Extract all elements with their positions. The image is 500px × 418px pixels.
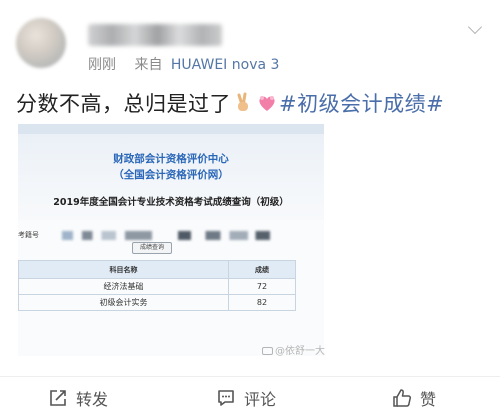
table-header-row: 科目名称 成绩 — [18, 260, 296, 279]
source-prefix: 来自 — [134, 57, 163, 73]
post-meta: 刚刚 来自 HUAWEI nova 3 — [88, 54, 279, 74]
avatar[interactable] — [16, 18, 66, 68]
table-row: 经济法基础 72 — [18, 278, 296, 295]
share-button[interactable]: 转发 — [48, 385, 108, 411]
share-icon — [50, 390, 66, 406]
image-org-title: 财政部会计资格评价中心 — [113, 153, 229, 165]
comment-button[interactable]: 评论 — [216, 385, 276, 411]
table-row: 初级会计实务 82 — [18, 294, 296, 311]
comment-icon — [218, 390, 234, 406]
image-query-title: 2019年度全国会计专业技术资格考试成绩查询（初级） — [53, 197, 289, 208]
post-header: 刚刚 来自 HUAWEI nova 3 — [0, 0, 500, 82]
action-bar: 转发 评论 赞 — [0, 376, 500, 418]
image-score-table: 科目名称 成绩 经济法基础 72 初级会计实务 82 — [18, 260, 296, 311]
camera-icon — [262, 347, 273, 355]
victory-hand-emoji-icon — [237, 92, 248, 111]
image-org-subtitle: （全国会计资格评价网） — [113, 169, 229, 181]
post-body: 分数不高，总归是过了 — [16, 92, 231, 116]
image-blurred-id — [62, 231, 152, 240]
comment-label: 评论 — [244, 390, 277, 409]
thumbs-up-icon — [393, 389, 412, 407]
table-cell-subject: 初级会计实务 — [18, 294, 229, 311]
like-label: 赞 — [420, 390, 437, 409]
hashtag-link[interactable]: #初级会计成绩# — [279, 92, 444, 116]
table-cell-score: 82 — [228, 294, 296, 311]
share-label: 转发 — [76, 390, 109, 409]
table-header-subject: 科目名称 — [18, 260, 229, 279]
image-id-label: 考籍号 — [18, 231, 39, 239]
chevron-down-icon[interactable] — [468, 22, 482, 36]
device-link[interactable]: HUAWEI nova 3 — [171, 57, 280, 73]
username-blurred[interactable] — [88, 24, 222, 46]
heart-emoji-icon — [259, 96, 275, 111]
image-blurred-name — [178, 231, 270, 240]
like-button[interactable]: 赞 — [392, 385, 436, 411]
attached-image[interactable]: 财政部会计资格评价中心 （全国会计资格评价网） 2019年度全国会计专业技术资格… — [18, 124, 324, 356]
table-cell-subject: 经济法基础 — [18, 278, 229, 295]
table-header-score: 成绩 — [228, 260, 296, 279]
image-query-button: 成绩查询 — [132, 242, 172, 254]
post-text: 分数不高，总归是过了 #初级会计成绩# — [16, 88, 444, 118]
post-time: 刚刚 — [88, 57, 116, 73]
watermark-text: @依舒一大 — [275, 346, 325, 357]
image-watermark: @依舒一大 — [262, 342, 325, 357]
table-cell-score: 72 — [228, 278, 296, 295]
